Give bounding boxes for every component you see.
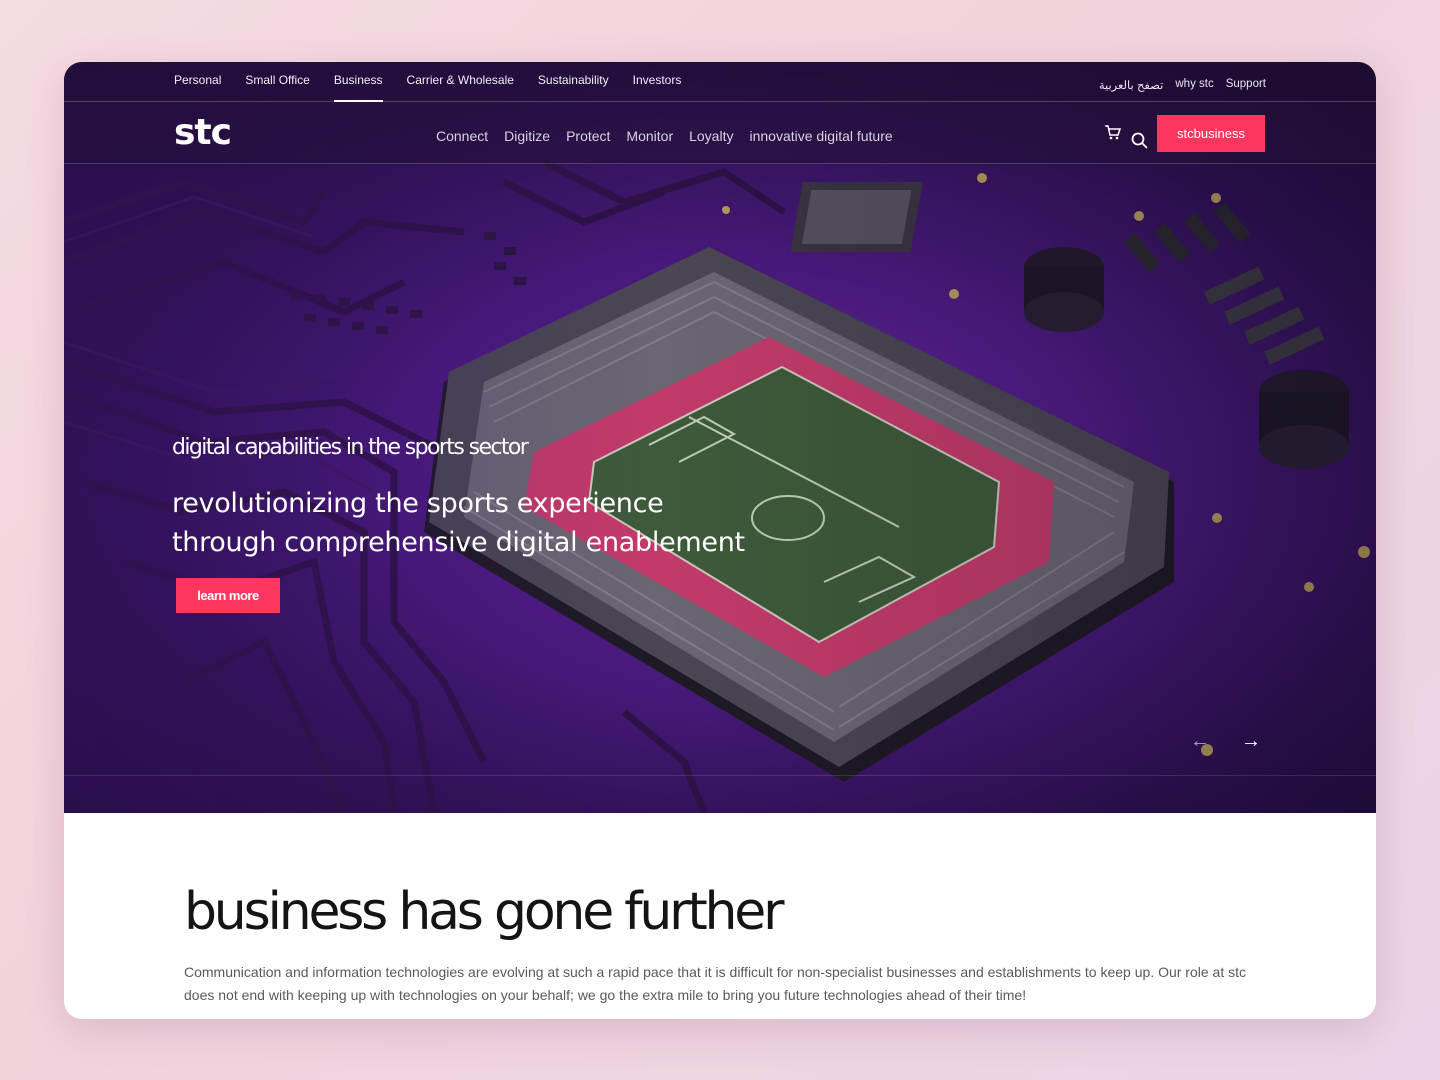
hero-banner: digital capabilities in the sports secto… (64, 62, 1376, 813)
search-icon[interactable] (1131, 132, 1149, 150)
section-body: Communication and information technologi… (184, 964, 1246, 1003)
arrow-right-icon[interactable]: → (1241, 730, 1261, 753)
tab-carrier-wholesale[interactable]: Carrier & Wholesale (407, 73, 514, 102)
arrow-left-icon[interactable]: ← (1190, 730, 1210, 753)
nav-connect[interactable]: Connect (436, 128, 488, 144)
nav-digitize[interactable]: Digitize (504, 128, 550, 144)
utility-links: تصفح بالعربية why stc Support (1099, 78, 1266, 92)
segment-tabs: Personal Small Office Business Carrier &… (174, 73, 705, 102)
why-stc-link[interactable]: why stc (1175, 78, 1213, 92)
nav-innovative-digital-future[interactable]: innovative digital future (749, 128, 892, 144)
tab-business[interactable]: Business (333, 73, 383, 102)
hero-divider (64, 775, 1376, 776)
nav-protect[interactable]: Protect (566, 128, 610, 144)
support-link[interactable]: Support (1226, 78, 1266, 92)
learn-more-button[interactable]: learn more (176, 578, 280, 613)
arabic-link[interactable]: تصفح بالعربية (1099, 78, 1164, 92)
section-title: business has gone further (184, 882, 784, 942)
tab-sustainability[interactable]: Sustainability (538, 73, 609, 102)
tab-small-office[interactable]: Small Office (245, 73, 309, 102)
utility-bar: Personal Small Office Business Carrier &… (64, 62, 1376, 102)
hero-headline: revolutionizing the sports experience th… (172, 488, 745, 558)
stc-logo[interactable]: stc (174, 112, 232, 153)
nav-loyalty[interactable]: Loyalty (689, 128, 733, 144)
nav-links: Connect Digitize Protect Monitor Loyalty… (436, 128, 893, 144)
stcbusiness-button[interactable]: stcbusiness (1157, 115, 1265, 152)
nav-monitor[interactable]: Monitor (626, 128, 673, 144)
tab-personal[interactable]: Personal (174, 73, 221, 102)
browser-window: digital capabilities in the sports secto… (64, 62, 1376, 1019)
main-nav: stc Connect Digitize Protect Monitor Loy… (64, 102, 1376, 164)
cart-icon[interactable] (1104, 124, 1122, 142)
tab-investors[interactable]: Investors (633, 73, 682, 102)
hero-eyebrow: digital capabilities in the sports secto… (172, 435, 529, 460)
